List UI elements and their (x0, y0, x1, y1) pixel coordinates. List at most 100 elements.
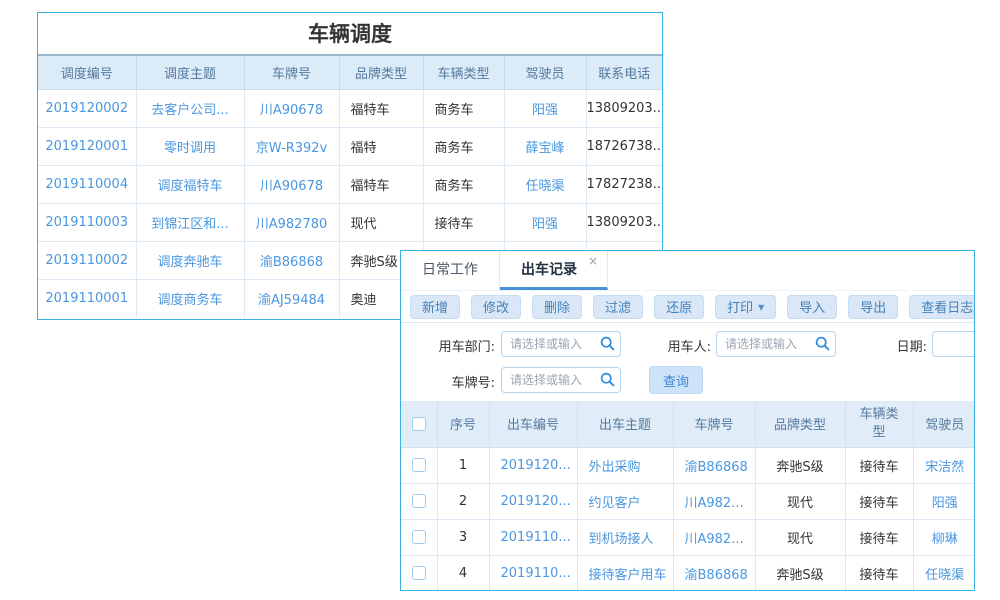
type-cell: 商务车 (423, 165, 504, 203)
department-label: 用车部门: (415, 336, 495, 355)
driver-link[interactable]: 任晓渠 (504, 165, 586, 203)
search-icon[interactable] (600, 336, 615, 351)
trip-subject-link[interactable]: 到机场接人 (577, 519, 673, 555)
checkbox-cell (401, 483, 437, 519)
dispatch-id-link[interactable]: 2019120002 (38, 89, 136, 127)
col-header-subject: 调度主题 (136, 56, 244, 89)
query-button[interactable]: 查询 (649, 366, 703, 394)
table-row[interactable]: 2 2019120... 约见客户 川A982... 现代 接待车 阳强 (401, 483, 975, 519)
plate-link[interactable]: 川A982... (673, 483, 755, 519)
restore-button[interactable]: 还原 (654, 295, 704, 319)
brand-cell: 现代 (339, 203, 423, 241)
dispatch-subject-link[interactable]: 零时调用 (136, 127, 244, 165)
records-table-header: 序号 出车编号 出车主题 车牌号 品牌类型 车辆类型 驾驶员 (401, 401, 975, 447)
checkbox-cell (401, 555, 437, 591)
driver-link[interactable]: 柳琳 (913, 519, 975, 555)
dispatch-id-link[interactable]: 2019110002 (38, 241, 136, 279)
dispatch-id-link[interactable]: 2019110001 (38, 279, 136, 317)
dispatch-id-link[interactable]: 2019120001 (38, 127, 136, 165)
driver-link[interactable]: 阳强 (504, 203, 586, 241)
search-icon[interactable] (815, 336, 830, 351)
filter-area: 用车部门: 用车人: 日期: 车牌号: 查询 (401, 323, 974, 401)
add-button[interactable]: 新增 (410, 295, 460, 319)
trip-no-link[interactable]: 2019120... (489, 483, 577, 519)
tab-label: 出车记录 (521, 262, 577, 278)
select-all-checkbox[interactable] (412, 417, 426, 431)
col-header-subject: 出车主题 (577, 401, 673, 447)
dispatch-subject-link[interactable]: 到锦江区和... (136, 203, 244, 241)
date-input[interactable] (932, 331, 975, 357)
export-button[interactable]: 导出 (848, 295, 898, 319)
phone-cell: 13809203... (586, 89, 662, 127)
index-cell: 2 (437, 483, 489, 519)
row-checkbox[interactable] (412, 494, 426, 508)
dispatch-id-link[interactable]: 2019110004 (38, 165, 136, 203)
view-log-button[interactable]: 查看日志 (909, 295, 975, 319)
plate-link[interactable]: 渝AJ59484 (244, 279, 339, 317)
checkbox-cell (401, 447, 437, 483)
type-cell: 接待车 (845, 483, 913, 519)
phone-cell: 18726738... (586, 127, 662, 165)
dispatch-subject-link[interactable]: 调度商务车 (136, 279, 244, 317)
select-all-header (401, 401, 437, 447)
driver-link[interactable]: 宋洁然 (913, 447, 975, 483)
col-header-type: 车辆类型 (845, 401, 913, 447)
search-icon[interactable] (600, 372, 615, 387)
table-row[interactable]: 1 2019120... 外出采购 渝B86868 奔驰S级 接待车 宋洁然 (401, 447, 975, 483)
col-header-plate: 车牌号 (673, 401, 755, 447)
trip-no-link[interactable]: 2019110... (489, 555, 577, 591)
brand-cell: 现代 (755, 519, 845, 555)
row-checkbox[interactable] (412, 458, 426, 472)
plate-link[interactable]: 渝B86868 (673, 447, 755, 483)
tab-trip-records[interactable]: 出车记录 × (500, 251, 608, 290)
table-row[interactable]: 3 2019110... 到机场接人 川A982... 现代 接待车 柳琳 (401, 519, 975, 555)
plate-link[interactable]: 川A982780 (244, 203, 339, 241)
driver-link[interactable]: 薛宝峰 (504, 127, 586, 165)
plate-link[interactable]: 京W-R392v (244, 127, 339, 165)
driver-link[interactable]: 阳强 (504, 89, 586, 127)
trip-subject-link[interactable]: 外出采购 (577, 447, 673, 483)
plate-link[interactable]: 渝B86868 (673, 555, 755, 591)
tab-label: 日常工作 (422, 262, 478, 278)
brand-cell: 福特车 (339, 165, 423, 203)
print-button-label: 打印 (727, 301, 753, 316)
dispatch-subject-link[interactable]: 调度福特车 (136, 165, 244, 203)
dispatch-subject-link[interactable]: 去客户公司... (136, 89, 244, 127)
table-row[interactable]: 2019120001 零时调用 京W-R392v 福特 商务车 薛宝峰 1872… (38, 127, 662, 165)
plate-link[interactable]: 川A90678 (244, 165, 339, 203)
table-row[interactable]: 2019110003 到锦江区和... 川A982780 现代 接待车 阳强 1… (38, 203, 662, 241)
modify-button[interactable]: 修改 (471, 295, 521, 319)
col-header-brand: 品牌类型 (755, 401, 845, 447)
col-header-trip-no: 出车编号 (489, 401, 577, 447)
filter-button[interactable]: 过滤 (593, 295, 643, 319)
page-title: 车辆调度 (38, 13, 662, 56)
driver-link[interactable]: 任晓渠 (913, 555, 975, 591)
close-tab-icon[interactable]: × (588, 255, 598, 267)
dispatch-id-link[interactable]: 2019110003 (38, 203, 136, 241)
tab-daily-work[interactable]: 日常工作 (401, 251, 500, 290)
dispatch-subject-link[interactable]: 调度奔驰车 (136, 241, 244, 279)
delete-button[interactable]: 删除 (532, 295, 582, 319)
row-checkbox[interactable] (412, 530, 426, 544)
import-button[interactable]: 导入 (787, 295, 837, 319)
trip-no-link[interactable]: 2019110... (489, 519, 577, 555)
plate-link[interactable]: 川A90678 (244, 89, 339, 127)
trip-subject-link[interactable]: 约见客户 (577, 483, 673, 519)
col-header-dispatch-id: 调度编号 (38, 56, 136, 89)
table-row[interactable]: 4 2019110... 接待客户用车 渝B86868 奔驰S级 接待车 任晓渠 (401, 555, 975, 591)
table-row[interactable]: 2019110004 调度福特车 川A90678 福特车 商务车 任晓渠 178… (38, 165, 662, 203)
brand-cell: 福特 (339, 127, 423, 165)
row-checkbox[interactable] (412, 566, 426, 580)
col-header-plate: 车牌号 (244, 56, 339, 89)
department-input-wrap (501, 331, 621, 357)
plate-link[interactable]: 川A982... (673, 519, 755, 555)
driver-link[interactable]: 阳强 (913, 483, 975, 519)
dispatch-table-header: 调度编号 调度主题 车牌号 品牌类型 车辆类型 驾驶员 联系电话 (38, 56, 662, 89)
phone-cell: 17827238... (586, 165, 662, 203)
print-button[interactable]: 打印▼ (715, 295, 776, 319)
type-cell: 接待车 (845, 519, 913, 555)
table-row[interactable]: 2019120002 去客户公司... 川A90678 福特车 商务车 阳强 1… (38, 89, 662, 127)
trip-no-link[interactable]: 2019120... (489, 447, 577, 483)
trip-subject-link[interactable]: 接待客户用车 (577, 555, 673, 591)
plate-link[interactable]: 渝B86868 (244, 241, 339, 279)
